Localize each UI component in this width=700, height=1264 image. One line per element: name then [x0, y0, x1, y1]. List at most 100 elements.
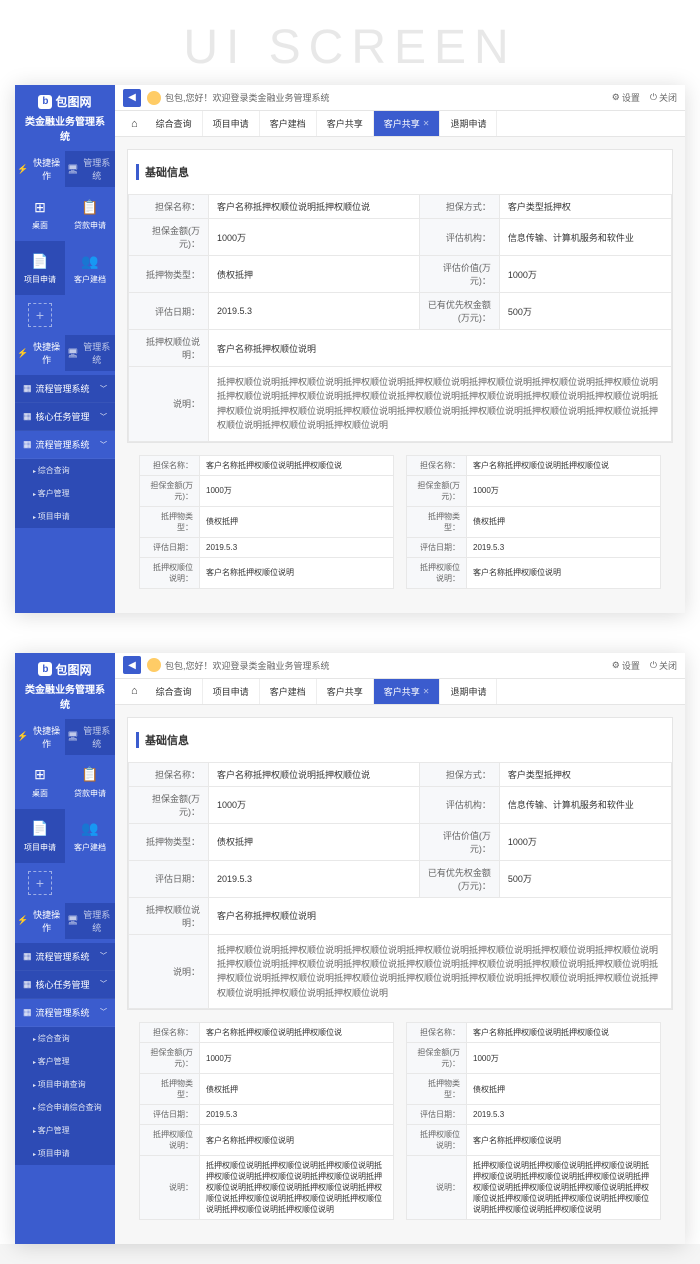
field-label: 担保名称：: [407, 455, 467, 475]
tab-active[interactable]: 客户共享✕: [374, 679, 441, 704]
field-value: 1000万: [200, 1043, 394, 1074]
quick-label: 项目申请: [19, 842, 61, 853]
submenu-item[interactable]: 综合查询: [15, 1027, 115, 1050]
quick-item-desktop[interactable]: ⊞桌面: [15, 755, 65, 809]
sidebar-tab-manage-2[interactable]: 🖥管理系统: [65, 903, 115, 939]
add-quick-item[interactable]: +: [15, 863, 65, 903]
field-value: 债权抵押: [467, 1074, 661, 1105]
field-value: 2019.5.3: [467, 537, 661, 557]
field-value: 2019.5.3: [200, 537, 394, 557]
table-row: 说明：抵押权顺位说明抵押权顺位说明抵押权顺位说明抵押权顺位说明抵押权顺位说明抵押…: [129, 934, 672, 1009]
back-button[interactable]: ◀: [123, 89, 141, 107]
quick-item-desktop[interactable]: ⊞桌面: [15, 187, 65, 241]
info-panel: 基础信息 担保名称：客户名称抵押权顺位说明抵押权顺位说担保方式：客户类型抵押权 …: [127, 717, 673, 1011]
field-label: 担保金额(万元)：: [140, 1043, 200, 1074]
submenu-item[interactable]: 项目申请查询: [15, 1073, 115, 1096]
settings-button[interactable]: ⚙设置: [612, 659, 640, 672]
tab-active[interactable]: 客户共享✕: [374, 111, 441, 136]
menu-core-task[interactable]: ▦核心任务管理﹀: [15, 403, 115, 431]
main-content: ◀ 包包,您好！欢迎登录类金融业务管理系统 ⚙设置 ⏻关闭 ⌂ 综合查询 项目申…: [115, 85, 685, 613]
submenu-item[interactable]: 客户管理: [15, 482, 115, 505]
quick-item-loan[interactable]: 📋贷款申请: [65, 755, 115, 809]
tab[interactable]: 客户建档: [260, 111, 317, 136]
quick-item-project[interactable]: 📄项目申请: [15, 809, 65, 863]
field-label: 评估价值(万元)：: [419, 823, 499, 860]
field-value: 500万: [499, 860, 671, 897]
tab-label: 客户共享: [327, 117, 363, 130]
logo-icon: b: [38, 95, 52, 109]
submenu-item[interactable]: 综合查询: [15, 459, 115, 482]
field-value: 客户名称抵押权顺位说明: [200, 1125, 394, 1156]
app-window-2: b 包图网 类金融业务管理系统 ⚡快捷操作 🖥管理系统 ⊞桌面 📋贷款申请 📄项…: [15, 653, 685, 1245]
action-label: 关闭: [659, 91, 677, 104]
tab[interactable]: 项目申请: [203, 679, 260, 704]
main-content: ◀ 包包,您好！欢迎登录类金融业务管理系统 ⚙设置 ⏻关闭 ⌂ 综合查询 项目申…: [115, 653, 685, 1245]
sidebar-tab-label: 管理系统: [80, 340, 113, 366]
menu-process-sys[interactable]: ▦流程管理系统﹀: [15, 431, 115, 459]
quick-item-customer[interactable]: 👥客户建档: [65, 241, 115, 295]
tab[interactable]: 退期申请: [440, 111, 497, 136]
tab[interactable]: 综合查询: [146, 679, 203, 704]
back-button[interactable]: ◀: [123, 656, 141, 674]
tab[interactable]: 综合查询: [146, 111, 203, 136]
tab-label: 退期申请: [450, 685, 486, 698]
home-tab[interactable]: ⌂: [123, 118, 146, 130]
tab[interactable]: 项目申请: [203, 111, 260, 136]
field-value: 客户名称抵押权顺位说明抵押权顺位说: [209, 762, 420, 786]
quick-item-project[interactable]: 📄项目申请: [15, 241, 65, 295]
grid-icon: ▦: [23, 439, 32, 450]
close-button[interactable]: ⏻关闭: [650, 659, 677, 672]
menu-core-task[interactable]: ▦核心任务管理﹀: [15, 971, 115, 999]
quick-item-customer[interactable]: 👥客户建档: [65, 809, 115, 863]
menu-section: ▦流程管理系统﹀ ▦核心任务管理﹀ ▦流程管理系统﹀ 综合查询 客户管理 项目申…: [15, 943, 115, 1165]
settings-button[interactable]: ⚙设置: [612, 91, 640, 104]
sidebar-tab-manage-2[interactable]: 🖥管理系统: [65, 335, 115, 371]
menu-process-mgmt[interactable]: ▦流程管理系统﹀: [15, 943, 115, 971]
field-label: 担保金额(万元)：: [140, 475, 200, 506]
tab[interactable]: 退期申请: [440, 679, 497, 704]
home-tab[interactable]: ⌂: [123, 685, 146, 697]
sidebar-tab-manage[interactable]: 🖥管理系统: [65, 719, 115, 755]
table-row: 评估日期：2019.5.3: [140, 537, 394, 557]
field-label: 已有优先权金额(万元)：: [419, 293, 499, 330]
sidebar-tab-quick[interactable]: ⚡快捷操作: [15, 151, 65, 187]
tab[interactable]: 客户建档: [260, 679, 317, 704]
close-icon[interactable]: ✕: [423, 687, 430, 696]
sidebar-tab-quick[interactable]: ⚡快捷操作: [15, 719, 65, 755]
tab[interactable]: 客户共享: [317, 111, 374, 136]
field-label: 担保名称：: [140, 455, 200, 475]
field-label: 抵押权顺位说明：: [129, 897, 209, 934]
sidebar-tab-label: 管理系统: [80, 724, 113, 750]
calendar-icon: 📋: [80, 197, 100, 217]
submenu-item[interactable]: 客户管理: [15, 1050, 115, 1073]
submenu-item[interactable]: 项目申请: [15, 1142, 115, 1165]
menu-label: 流程管理系统: [36, 1006, 90, 1019]
quick-item-loan[interactable]: 📋贷款申请: [65, 187, 115, 241]
close-icon[interactable]: ✕: [423, 119, 430, 128]
sidebar-tab-quick-2[interactable]: ⚡快捷操作: [15, 903, 65, 939]
submenu-item[interactable]: 综合申请综合查询: [15, 1096, 115, 1119]
close-button[interactable]: ⏻关闭: [650, 91, 677, 104]
description-text: 抵押权顺位说明抵押权顺位说明抵押权顺位说明抵押权顺位说明抵押权顺位说明抵押权顺位…: [209, 367, 672, 442]
sidebar-tab-manage[interactable]: 🖥管理系统: [65, 151, 115, 187]
field-value: 2019.5.3: [209, 860, 420, 897]
add-quick-item[interactable]: +: [15, 295, 65, 335]
table-row: 抵押物类型：债权抵押: [407, 1074, 661, 1105]
field-label: 评估日期：: [129, 293, 209, 330]
sidebar-tab-label: 管理系统: [80, 908, 113, 934]
field-value: 1000万: [467, 1043, 661, 1074]
table-row: 担保名称：客户名称抵押权顺位说明抵押权顺位说: [407, 455, 661, 475]
table-row: 担保金额(万元)：1000万: [140, 475, 394, 506]
brand-name: 包图网: [55, 93, 91, 110]
tab-label: 退期申请: [450, 117, 486, 130]
menu-process-mgmt[interactable]: ▦流程管理系统﹀: [15, 375, 115, 403]
tab[interactable]: 客户共享: [317, 679, 374, 704]
table-row: 抵押权顺位说明：客户名称抵押权顺位说明: [129, 897, 672, 934]
sidebar-tab-quick-2[interactable]: ⚡快捷操作: [15, 335, 65, 371]
submenu-item[interactable]: 项目申请: [15, 505, 115, 528]
field-value: 客户名称抵押权顺位说明抵押权顺位说: [467, 455, 661, 475]
table-row: 说明：抵押权顺位说明抵押权顺位说明抵押权顺位说明抵押权顺位说明抵押权顺位说明抵押…: [140, 1156, 394, 1220]
submenu-item-active[interactable]: 客户管理: [15, 1119, 115, 1142]
menu-process-sys[interactable]: ▦流程管理系统﹀: [15, 999, 115, 1027]
field-value: 2019.5.3: [467, 1105, 661, 1125]
